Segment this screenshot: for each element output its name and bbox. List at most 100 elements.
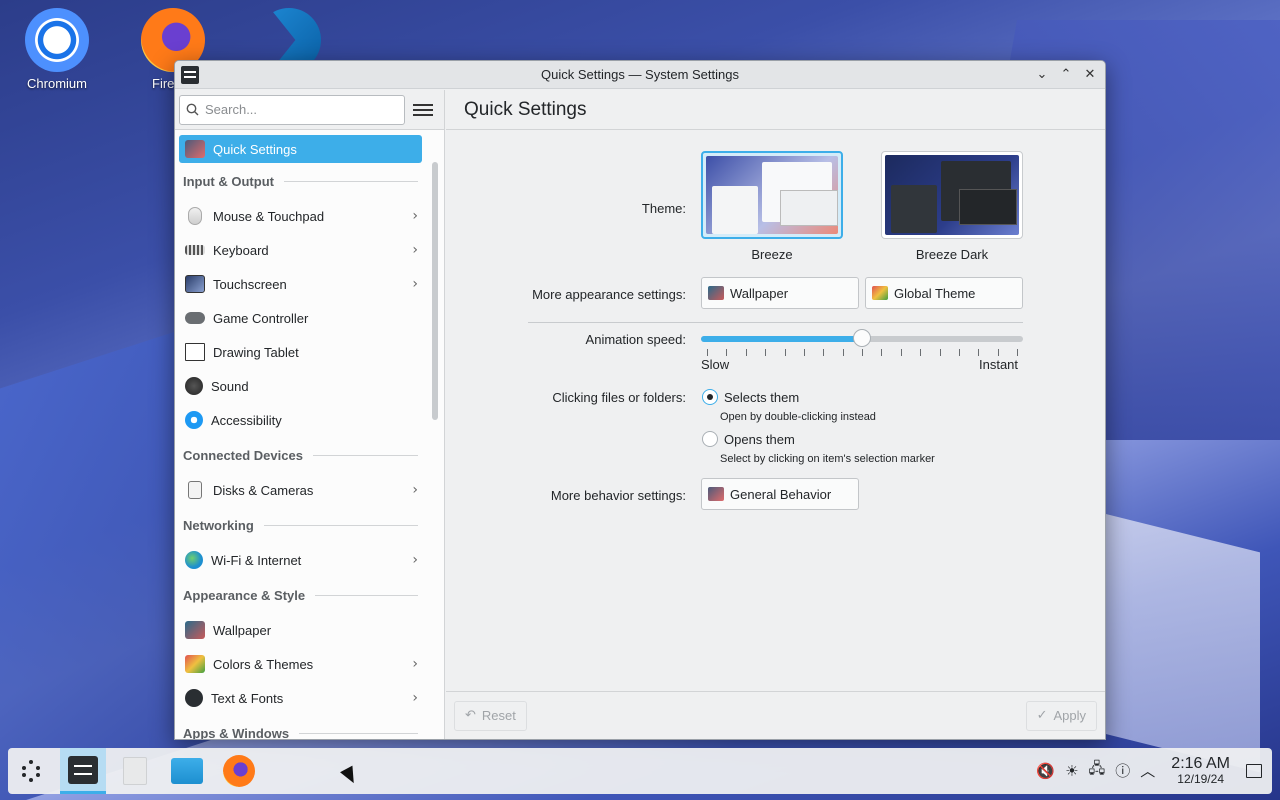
sidebar-item-touchscreen[interactable]: Touchscreen › (179, 267, 422, 301)
opens-them-label[interactable]: Opens them (724, 432, 795, 447)
sidebar-category-label: Connected Devices (183, 447, 303, 463)
slider-tick (958, 349, 960, 356)
taskbar-document[interactable] (112, 748, 158, 794)
sidebar-item-text-fonts[interactable]: Text & Fonts › (179, 681, 422, 715)
slider-tick (900, 349, 902, 356)
reset-button[interactable]: ↶ Reset (454, 700, 527, 731)
network-icon[interactable]: 🖧 (1089, 758, 1106, 783)
show-desktop-icon[interactable] (1246, 763, 1262, 778)
sidebar-item-wallpaper[interactable]: Wallpaper (179, 613, 422, 647)
sidebar-item-label: Quick Settings (213, 141, 297, 157)
firefox-icon (223, 755, 255, 787)
slider-handle[interactable] (853, 329, 871, 347)
sidebar-item-label: Wallpaper (213, 622, 272, 638)
system-settings-app-icon[interactable] (181, 65, 199, 84)
sidebar-item-label: Accessibility (211, 412, 282, 428)
checkmark-icon: ✓ (1036, 708, 1048, 723)
sidebar-item-quick-settings[interactable]: Quick Settings (179, 135, 422, 163)
more-behavior-label: More behavior settings: (550, 488, 686, 503)
search-input[interactable] (205, 102, 385, 117)
opens-them-radio[interactable] (702, 431, 718, 447)
taskbar: 🔇 ☀ 🖧 ⓘ ︿ 2:16 AM 12/19/24 (8, 748, 1272, 794)
sidebar-item-colors-themes[interactable]: Colors & Themes › (179, 647, 422, 681)
sidebar-scrollbar[interactable] (432, 162, 438, 420)
clock-date: 12/19/24 (1177, 772, 1224, 787)
sidebar-category-label: Appearance & Style (183, 587, 306, 603)
wallpaper-button[interactable]: Wallpaper (701, 277, 859, 309)
volume-muted-icon[interactable]: 🔇 (1036, 762, 1055, 780)
mouse-icon (188, 207, 202, 225)
sidebar-item-label: Wi-Fi & Internet (211, 552, 302, 568)
selects-them-label[interactable]: Selects them (724, 390, 799, 405)
chevron-up-icon[interactable]: ︿ (1140, 760, 1155, 781)
slider-tick (823, 349, 825, 356)
theme-label: Theme: (641, 201, 686, 216)
sidebar-item-keyboard[interactable]: Keyboard › (179, 233, 422, 267)
global-theme-button[interactable]: Global Theme (865, 277, 1023, 309)
slider-tick (707, 349, 708, 356)
system-tray: 🔇 ☀ 🖧 ⓘ ︿ 2:16 AM 12/19/24 (1036, 755, 1272, 787)
chevron-right-icon: › (412, 242, 418, 258)
desktop-icon-chromium[interactable]: Chromium (12, 8, 102, 91)
slider-tick (939, 349, 941, 356)
clock[interactable]: 2:16 AM 12/19/24 (1165, 755, 1236, 787)
theme-card-breeze-dark[interactable] (881, 151, 1023, 239)
title-bar[interactable]: Quick Settings — System Settings ⌄ ⌃ ✕ (175, 61, 1105, 89)
sidebar-category-label: Apps & Windows (183, 725, 290, 740)
apply-button[interactable]: ✓ Apply (1025, 700, 1097, 731)
sidebar-item-label: Disks & Cameras (213, 482, 314, 498)
taskbar-system-settings[interactable] (60, 748, 106, 794)
sidebar-category-label: Input & Output (183, 173, 274, 189)
sidebar-item-wi-fi-internet[interactable]: Wi-Fi & Internet › (179, 543, 422, 577)
global-theme-icon (872, 286, 888, 300)
sidebar-category: Apps & Windows (179, 715, 422, 740)
reset-button-label: Reset (481, 708, 516, 723)
globe-icon (185, 551, 203, 569)
sidebar-item-drawing-tablet[interactable]: Drawing Tablet (179, 335, 422, 369)
search-field[interactable] (179, 94, 405, 125)
sidebar-item-label: Game Controller (213, 310, 309, 326)
fonts-icon (185, 689, 203, 707)
animation-speed-slider[interactable] (701, 329, 1023, 347)
hamburger-menu-icon[interactable] (413, 103, 433, 116)
maximize-icon[interactable]: ⌃ (1057, 66, 1075, 84)
slider-tick (784, 349, 786, 356)
slider-tick (862, 349, 863, 356)
sidebar-item-label: Text & Fonts (211, 690, 284, 706)
speaker-icon (185, 377, 203, 395)
info-icon[interactable]: ⓘ (1115, 760, 1130, 781)
global-theme-button-label: Global Theme (894, 285, 976, 301)
app-launcher-button[interactable] (8, 748, 54, 794)
sidebar-item-accessibility[interactable]: Accessibility (179, 403, 422, 437)
taskbar-firefox[interactable] (216, 748, 262, 794)
colors-icon (185, 655, 205, 673)
slider-tick (1017, 349, 1018, 356)
sidebar-item-disks-cameras[interactable]: Disks & Cameras › (179, 473, 422, 507)
general-behavior-button[interactable]: General Behavior (701, 478, 859, 510)
selects-them-radio[interactable] (702, 389, 718, 405)
slider-ticks (701, 349, 1023, 357)
sidebar-item-label: Colors & Themes (213, 656, 314, 672)
brightness-icon[interactable]: ☀ (1065, 762, 1078, 780)
more-appearance-label: More appearance settings: (532, 287, 686, 302)
clicking-files-label: Clicking files or folders: (552, 390, 686, 405)
clock-time: 2:16 AM (1171, 755, 1230, 773)
sidebar-item-label: Touchscreen (213, 276, 287, 292)
theme-card-breeze[interactable] (701, 151, 843, 239)
slider-max-label: Instant (979, 357, 1019, 372)
sidebar-item-label: Keyboard (213, 242, 269, 258)
wallpaper-icon (185, 621, 205, 639)
minimize-icon[interactable]: ⌄ (1033, 66, 1051, 84)
main-panel: Quick Settings Theme: Breeze Breeze Dark… (446, 90, 1105, 739)
search-icon (186, 103, 199, 116)
quick-settings-icon (185, 140, 205, 158)
sidebar-item-game-controller[interactable]: Game Controller (179, 301, 422, 335)
disk-icon (188, 481, 202, 499)
taskbar-file-manager[interactable] (164, 748, 210, 794)
sidebar-item-mouse-touchpad[interactable]: Mouse & Touchpad › (179, 199, 422, 233)
page-title: Quick Settings (446, 90, 1105, 130)
general-behavior-icon (708, 487, 724, 501)
sidebar-item-sound[interactable]: Sound (179, 369, 422, 403)
close-icon[interactable]: ✕ (1081, 66, 1099, 84)
slider-tick (978, 349, 980, 356)
